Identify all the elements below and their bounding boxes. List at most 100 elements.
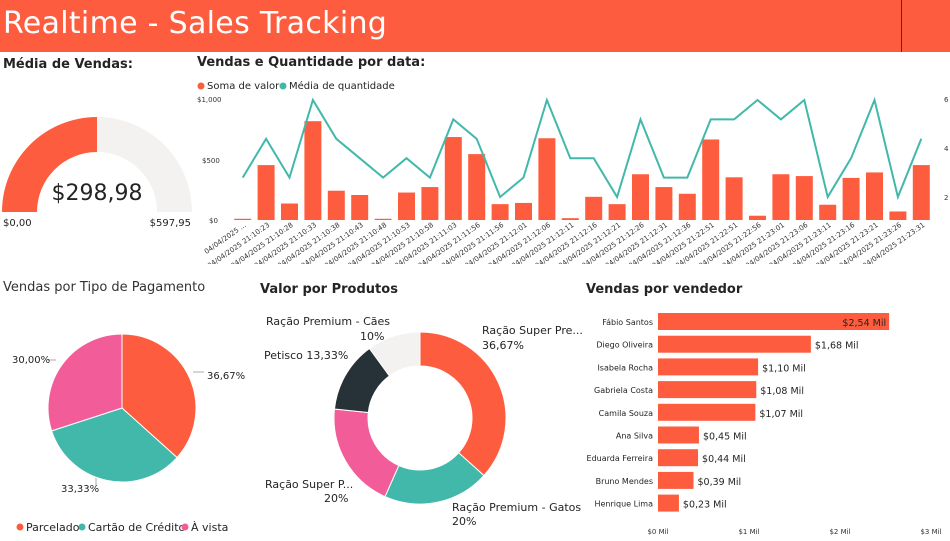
seller-value-label: $1,07 Mil	[759, 409, 803, 420]
x-tick: $0 Mil	[647, 528, 668, 536]
y-left-tick: $0	[209, 217, 218, 225]
seller-value-label: $0,44 Mil	[702, 454, 746, 465]
payment-legend: Parcelado Cartão de Crédito À vista	[16, 521, 228, 534]
header-divider	[901, 0, 902, 52]
seller-bar	[658, 449, 699, 467]
x-tick: $1 Mil	[738, 528, 759, 536]
bar-soma-de-valor	[327, 190, 345, 220]
seller-value-label: $1,68 Mil	[815, 341, 859, 352]
combo-chart: Soma de valor Média de quantidade $1,000…	[197, 80, 949, 264]
bar-soma-de-valor	[866, 172, 883, 220]
seller-name: Diego Oliveira	[596, 341, 653, 350]
header-bar: Realtime - Sales Tracking	[0, 0, 950, 52]
donut-label: Ração Premium - Cães	[266, 315, 390, 328]
seller-value-label: $0,45 Mil	[703, 432, 747, 443]
seller-name: Gabriela Costa	[594, 386, 653, 395]
legend-label-line: Média de quantidade	[289, 80, 395, 92]
gauge-title: Média de Vendas:	[3, 57, 133, 72]
bar-soma-de-valor	[234, 218, 252, 220]
seller-bar	[658, 494, 679, 512]
combo-title: Vendas e Quantidade por data:	[197, 55, 426, 70]
bar-soma-de-valor	[421, 187, 439, 220]
seller-name: Camila Souza	[599, 409, 653, 418]
y-left-tick: $500	[202, 157, 220, 165]
seller-bar	[658, 358, 759, 376]
bar-soma-de-valor	[538, 138, 556, 220]
gauge-max-label: $597,95	[150, 218, 191, 229]
donut-label: Ração Premium - Gatos	[452, 501, 581, 514]
seller-value-label: $2,54 Mil	[842, 318, 886, 329]
combo-legend: Soma de valor Média de quantidade	[197, 80, 395, 92]
seller-value-label: $0,23 Mil	[683, 500, 727, 511]
donut-label: 36,67%	[482, 339, 524, 352]
legend-marker-bars	[197, 82, 205, 90]
payment-pie-chart: 36,67% 33,33% 30,00% Parcelado Cartão de…	[12, 333, 245, 534]
legend-label: Cartão de Crédito	[88, 521, 186, 534]
page-title: Realtime - Sales Tracking	[3, 6, 388, 41]
gauge-value: $298,98	[52, 181, 143, 206]
bar-soma-de-valor	[374, 218, 392, 220]
x-tick: $3 Mil	[920, 528, 941, 536]
seller-bar	[658, 403, 756, 421]
line-series-quantidade	[241, 96, 923, 201]
bar-soma-de-valor	[725, 177, 743, 220]
donut-label: Petisco 13,33%	[264, 349, 348, 362]
pie-label: 36,67%	[207, 371, 245, 382]
donut-label: 20%	[324, 492, 348, 505]
bar-soma-de-valor	[772, 174, 790, 220]
legend-marker	[181, 523, 189, 531]
bar-soma-de-valor	[632, 174, 649, 220]
bar-soma-de-valor	[702, 139, 720, 220]
bar-soma-de-valor	[444, 137, 462, 220]
seller-value-label: $1,10 Mil	[762, 363, 806, 374]
legend-marker-line	[279, 82, 287, 90]
products-donut-chart: Ração Super Pre... 36,67% Ração Premium …	[264, 315, 583, 528]
pie-label: 30,00%	[12, 355, 50, 366]
seller-bar	[658, 426, 699, 444]
legend-marker	[16, 523, 24, 531]
legend-marker	[78, 523, 86, 531]
bar-soma-de-valor	[912, 165, 930, 220]
bar-soma-de-valor	[281, 203, 298, 220]
bar-soma-de-valor	[561, 218, 579, 220]
x-tick: $2 Mil	[829, 528, 850, 536]
seller-name: Henrique Lima	[594, 500, 653, 509]
bar-soma-de-valor	[491, 204, 509, 220]
products-title: Valor por Produtos	[260, 282, 398, 297]
payment-title: Vendas por Tipo de Pagamento	[3, 280, 206, 295]
products-slice	[419, 331, 507, 477]
seller-value-label: $1,08 Mil	[760, 386, 804, 397]
y-right-tick: 4	[944, 145, 949, 153]
legend-label: À vista	[191, 521, 228, 534]
y-right-tick: 6	[944, 96, 949, 104]
seller-name: Eduarda Ferreira	[587, 454, 654, 463]
seller-bar	[658, 471, 694, 489]
legend-label-bars: Soma de valor	[207, 81, 280, 92]
bar-soma-de-valor	[398, 192, 415, 220]
bar-soma-de-valor	[468, 154, 486, 220]
bar-soma-de-valor	[819, 204, 837, 220]
sellers-title: Vendas por vendedor	[586, 282, 743, 297]
y-left-tick: $1,000	[197, 96, 222, 104]
donut-label: 20%	[452, 515, 476, 528]
seller-bar	[658, 335, 811, 353]
bar-soma-de-valor	[351, 194, 369, 220]
bar-soma-de-valor	[585, 196, 603, 220]
bar-soma-de-valor	[608, 204, 626, 220]
bar-soma-de-valor	[515, 202, 532, 220]
seller-name: Isabela Rocha	[597, 363, 653, 372]
seller-name: Ana Silva	[616, 432, 653, 441]
legend-label: Parcelado	[26, 521, 80, 534]
seller-name: Bruno Mendes	[596, 477, 653, 486]
bar-soma-de-valor	[678, 193, 696, 220]
seller-bar	[658, 381, 757, 399]
bar-soma-de-valor	[655, 187, 673, 220]
donut-label: 10%	[360, 330, 384, 343]
bar-soma-de-valor	[304, 121, 322, 220]
sellers-bar-chart: Fábio Santos $2,54 Mil Diego Oliveira $1,68…	[587, 313, 942, 536]
bar-soma-de-valor	[889, 211, 907, 220]
donut-label: Ração Super Pre...	[482, 324, 583, 337]
bar-soma-de-valor	[749, 215, 766, 220]
gauge-chart: $298,98 $0,00 $597,95	[2, 117, 192, 229]
bar-soma-de-valor	[257, 165, 275, 220]
